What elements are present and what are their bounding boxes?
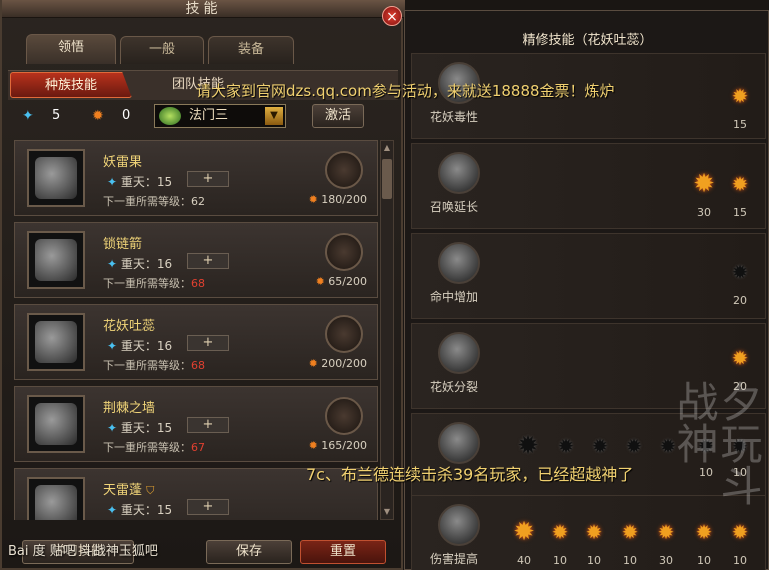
refine-skill-name: 伤害提高: [430, 552, 479, 566]
tab-comprehend[interactable]: 领悟: [26, 34, 116, 64]
star-icon[interactable]: ✹: [728, 346, 752, 370]
activate-button[interactable]: 激活: [312, 104, 364, 128]
refine-skill-name: 花妖分裂: [430, 380, 479, 394]
star-value: 15: [733, 206, 747, 219]
star-value: 10: [697, 554, 711, 567]
blue-point-icon: ✦: [22, 108, 34, 124]
next-level-req: 下一重所需等级：68: [103, 277, 205, 290]
skill-name: 妖雷果: [103, 155, 143, 170]
close-icon[interactable]: ×: [382, 6, 402, 26]
star-icon[interactable]: ✹: [728, 260, 752, 284]
skill-cost: ✹ 165/200: [308, 439, 367, 452]
star-icon[interactable]: ✹: [588, 434, 612, 458]
skill-level: ✦ 重天：15: [107, 175, 173, 189]
star-value: 10: [587, 554, 601, 567]
system-notice-kill: 7c、布兰德连续击杀39名玩家，已经超越神了: [306, 465, 634, 484]
scroll-thumb[interactable]: [382, 159, 392, 199]
baidu-watermark: Bai 度 贴吧 斗战神玉狐吧: [8, 544, 158, 559]
next-level-req: 下一重所需等级：67: [103, 441, 205, 454]
subtab-race-skills[interactable]: 种族技能: [10, 72, 132, 98]
window-title: 技能: [2, 0, 405, 18]
site-watermark: 夕玩斗战神: [670, 380, 763, 506]
skill-cost: ✹ 200/200: [308, 357, 367, 370]
skill-name: 荆棘之墙: [103, 401, 156, 416]
skill-icon: [27, 313, 85, 371]
refine-skill-name: 花妖毒性: [430, 110, 479, 124]
star-value: 10: [623, 554, 637, 567]
star-icon[interactable]: ✹: [512, 519, 536, 545]
star-icon[interactable]: ✹: [516, 433, 540, 459]
skill-card[interactable]: 妖雷果 ✦ 重天：15 + 下一重所需等级：62 ✹ 180/200: [14, 140, 378, 216]
upgrade-button[interactable]: +: [187, 253, 229, 269]
star-value: 15: [733, 118, 747, 131]
upgrade-button[interactable]: +: [187, 417, 229, 433]
star-value: 10: [553, 554, 567, 567]
skill-level: ✦ 重天：16: [107, 257, 173, 271]
star-icon[interactable]: ✹: [692, 171, 716, 197]
save-button[interactable]: 保存: [206, 540, 292, 564]
refine-row[interactable]: 召唤延长 ✹ 30 ✹ 15: [411, 143, 766, 229]
skill-name: 花妖吐蕊: [103, 319, 156, 334]
refine-skill-name: 召唤延长: [430, 200, 479, 214]
star-value: 20: [733, 294, 747, 307]
refine-skill-icon: [438, 504, 480, 546]
method-select-value: 法门三: [189, 108, 229, 123]
skill-icon: [27, 395, 85, 453]
shield-icon: ⛉: [146, 484, 155, 497]
skill-icon: [27, 231, 85, 289]
system-notice-top: 请大家到官网dzs.qq.com参与活动，来就送18888金票！炼炉: [196, 82, 615, 100]
skill-cost: ✹ 180/200: [308, 193, 367, 206]
skill-card[interactable]: 荆棘之墙 ✦ 重天：15 + 下一重所需等级：67 ✹ 165/200: [14, 386, 378, 462]
refine-skill-icon: [438, 332, 480, 374]
star-icon[interactable]: ✹: [582, 520, 606, 544]
blue-point-count: 5: [52, 108, 61, 123]
refine-row[interactable]: 命中增加 ✹ 20: [411, 233, 766, 319]
fire-point-count: 0: [122, 108, 131, 123]
skill-cost: ✹ 65/200: [315, 275, 367, 288]
reset-button[interactable]: 重置: [300, 540, 386, 564]
upgrade-button[interactable]: +: [187, 499, 229, 515]
dropdown-arrow-icon[interactable]: ▼: [265, 107, 283, 125]
skill-slot[interactable]: [325, 151, 363, 189]
skill-slot[interactable]: [325, 315, 363, 353]
skill-name: 天雷蓬 ⛉: [103, 483, 155, 498]
scroll-down-icon[interactable]: ▼: [381, 505, 393, 519]
tab-equipment[interactable]: 装备: [208, 36, 294, 64]
skill-icon: [27, 477, 85, 520]
skill-card[interactable]: 锁链箭 ✦ 重天：16 + 下一重所需等级：68 ✹ 65/200: [14, 222, 378, 298]
star-icon[interactable]: ✹: [548, 520, 572, 544]
skill-level: ✦ 重天：15: [107, 421, 173, 435]
refine-skill-icon: [438, 152, 480, 194]
leaf-icon: [159, 107, 181, 125]
skill-icon: [27, 149, 85, 207]
star-value: 30: [659, 554, 673, 567]
refine-skill-name: 命中增加: [430, 290, 479, 304]
star-icon[interactable]: ✹: [728, 172, 752, 196]
refine-skill-icon: [438, 422, 480, 464]
upgrade-button[interactable]: +: [187, 335, 229, 351]
scroll-up-icon[interactable]: ▲: [381, 141, 393, 155]
star-icon[interactable]: ✹: [654, 520, 678, 544]
skill-level: ✦ 重天：16: [107, 339, 173, 353]
star-icon[interactable]: ✹: [554, 434, 578, 458]
star-value: 40: [517, 554, 531, 567]
skill-slot[interactable]: [325, 233, 363, 271]
star-icon[interactable]: ✹: [622, 434, 646, 458]
next-level-req: 下一重所需等级：68: [103, 359, 205, 372]
skill-level: ✦ 重天：15: [107, 503, 173, 517]
fire-point-icon: ✹: [92, 108, 104, 124]
star-icon[interactable]: ✹: [618, 520, 642, 544]
skill-name: 锁链箭: [103, 237, 143, 252]
skill-card[interactable]: 花妖吐蕊 ✦ 重天：16 + 下一重所需等级：68 ✹ 200/200: [14, 304, 378, 380]
star-icon[interactable]: ✹: [728, 84, 752, 108]
method-select[interactable]: 法门三 ▼: [154, 104, 286, 128]
skill-slot[interactable]: [325, 397, 363, 435]
star-value: 10: [733, 554, 747, 567]
upgrade-button[interactable]: +: [187, 171, 229, 187]
refine-skill-icon: [438, 242, 480, 284]
tab-general[interactable]: 一般: [120, 36, 204, 64]
next-level-req: 下一重所需等级：62: [103, 195, 205, 208]
star-value: 30: [697, 206, 711, 219]
